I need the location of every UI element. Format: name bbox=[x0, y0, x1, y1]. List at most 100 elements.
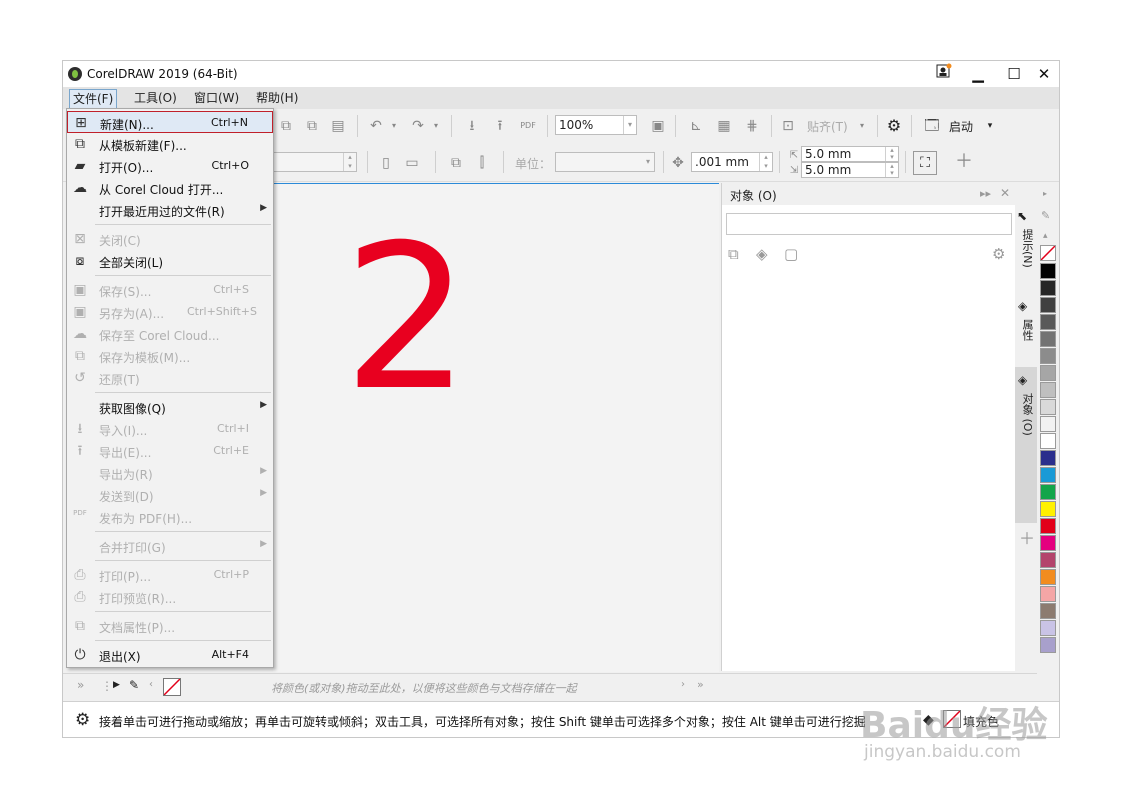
eyedropper-icon[interactable]: ✎ bbox=[1041, 209, 1050, 222]
eyedropper-icon[interactable]: ✎ bbox=[129, 678, 139, 692]
menu-item-publish-pdf[interactable]: PDF 发布为 PDF(H)... bbox=[67, 506, 273, 528]
undo-icon[interactable]: ↶ bbox=[367, 117, 385, 135]
minimize-button[interactable]: ▁ bbox=[965, 63, 991, 85]
chevron-down-icon[interactable]: ▾ bbox=[385, 117, 403, 135]
color-swatch[interactable] bbox=[1040, 331, 1056, 347]
portrait-icon[interactable]: ▯ bbox=[377, 154, 395, 172]
play-icon[interactable]: ▶ bbox=[113, 680, 120, 690]
menu-item-revert[interactable]: ↺ 还原(T) bbox=[67, 367, 273, 389]
menu-item-save-as[interactable]: ▣ 另存为(A)... Ctrl+Shift+S bbox=[67, 301, 273, 323]
docker-close-icon[interactable]: ✕ bbox=[1000, 186, 1010, 200]
account-icon[interactable] bbox=[931, 63, 957, 85]
spin-arrows[interactable]: ▴ ▾ bbox=[885, 163, 898, 177]
menu-item-merge-print[interactable]: 合并打印(G) ▶ bbox=[67, 535, 273, 557]
scroll-up-icon[interactable]: ▴ bbox=[1043, 231, 1048, 241]
docker-expand-icon[interactable]: ▸▸ bbox=[980, 187, 991, 200]
chevron-down-icon[interactable]: ▾ bbox=[623, 116, 636, 134]
page-frame-icon[interactable]: ⛶ bbox=[913, 151, 937, 175]
menu-item-import[interactable]: ⭳ 导入(I)... Ctrl+I bbox=[67, 418, 273, 440]
docker-search-input[interactable] bbox=[726, 213, 1012, 235]
color-swatch[interactable] bbox=[1040, 297, 1056, 313]
scroll-right-icon[interactable]: › bbox=[681, 679, 685, 690]
menu-item-open-cloud[interactable]: ☁ 从 Corel Cloud 打开... bbox=[67, 177, 273, 199]
spin-arrows[interactable]: ▴ ▾ bbox=[885, 147, 898, 161]
duplicate-distance-x-input[interactable]: 5.0 mm ▴ ▾ bbox=[801, 146, 899, 162]
current-page-icon[interactable]: ⫿ bbox=[473, 154, 491, 172]
menu-file[interactable]: 文件(F) bbox=[69, 89, 118, 109]
menu-item-new-from-template[interactable]: ⧉ 从模板新建(F)... bbox=[67, 133, 273, 155]
color-swatch[interactable] bbox=[1040, 637, 1056, 653]
export-icon[interactable]: ⭱ bbox=[491, 117, 509, 135]
menu-item-close[interactable]: ⊠ 关闭(C) bbox=[67, 228, 273, 250]
color-swatch[interactable] bbox=[1040, 263, 1056, 279]
nudge-distance-input[interactable]: .001 mm ▴ ▾ bbox=[691, 152, 773, 172]
page-size-select[interactable]: ▴ ▾ bbox=[273, 152, 357, 172]
pdf-icon[interactable]: PDF bbox=[519, 117, 537, 135]
grid-icon[interactable]: ▦ bbox=[715, 117, 733, 135]
copy-icon[interactable]: ⧉ bbox=[277, 117, 295, 135]
add-icon[interactable]: ＋ bbox=[1019, 525, 1035, 549]
paste-icon[interactable]: ▤ bbox=[329, 117, 347, 135]
color-swatch[interactable] bbox=[1040, 416, 1056, 432]
menu-item-save-template[interactable]: ⧉ 保存为模板(M)... bbox=[67, 345, 273, 367]
menu-item-save[interactable]: ▣ 保存(S)... Ctrl+S bbox=[67, 279, 273, 301]
menu-tools[interactable]: 工具(O) bbox=[131, 89, 180, 107]
import-icon[interactable]: ⭳ bbox=[463, 117, 481, 135]
menu-item-acquire-image[interactable]: 获取图像(Q) ▶ bbox=[67, 396, 273, 418]
layers-icon[interactable]: ◈ bbox=[756, 245, 768, 263]
gear-icon[interactable]: ⚙ bbox=[885, 117, 903, 135]
color-swatch[interactable] bbox=[1040, 501, 1056, 517]
scroll-up-icon[interactable]: ▸ bbox=[1043, 189, 1047, 198]
menu-item-new[interactable]: ⊞ 新建(N)... Ctrl+N bbox=[67, 111, 273, 133]
tab-hints[interactable]: 提示(N) bbox=[1017, 229, 1035, 268]
color-swatch[interactable] bbox=[1040, 603, 1056, 619]
gear-icon[interactable]: ⚙ bbox=[75, 710, 90, 730]
menu-item-close-all[interactable]: ⧇ 全部关闭(L) bbox=[67, 250, 273, 272]
no-color-swatch[interactable] bbox=[1040, 245, 1056, 261]
color-swatch[interactable] bbox=[1040, 484, 1056, 500]
menu-item-send-to[interactable]: 发送到(D) ▶ bbox=[67, 484, 273, 506]
scroll-left-icon[interactable]: ‹ bbox=[149, 679, 153, 690]
maximize-button[interactable]: ☐ bbox=[1001, 63, 1027, 85]
expand-icon[interactable]: » bbox=[697, 678, 704, 691]
color-swatch[interactable] bbox=[1040, 569, 1056, 585]
new-page-icon[interactable]: ▢ bbox=[784, 245, 798, 263]
snap-icon[interactable]: ⊡ bbox=[779, 117, 797, 135]
add-icon[interactable]: ＋ bbox=[955, 153, 973, 171]
menu-item-exit[interactable]: ⏻ 退出(X) Alt+F4 bbox=[67, 644, 273, 666]
all-pages-icon[interactable]: ⧉ bbox=[447, 154, 465, 172]
menu-help[interactable]: 帮助(H) bbox=[253, 89, 301, 107]
menu-item-open[interactable]: ▰ 打开(O)... Ctrl+O bbox=[67, 155, 273, 177]
color-swatch[interactable] bbox=[1040, 382, 1056, 398]
menu-item-document-properties[interactable]: ⧉ 文档属性(P)... bbox=[67, 615, 273, 637]
gear-icon[interactable]: ⚙ bbox=[992, 245, 1005, 263]
snap-to-label[interactable]: 贴齐(T) bbox=[807, 118, 848, 135]
color-swatch[interactable] bbox=[1040, 280, 1056, 296]
no-color-swatch[interactable] bbox=[163, 678, 181, 696]
full-screen-icon[interactable]: ▣ bbox=[649, 117, 667, 135]
guidelines-icon[interactable]: ⋕ bbox=[743, 117, 761, 135]
menu-item-open-recent[interactable]: 打开最近用过的文件(R) ▶ bbox=[67, 199, 273, 221]
color-swatch[interactable] bbox=[1040, 552, 1056, 568]
landscape-icon[interactable]: ▭ bbox=[403, 154, 421, 172]
menu-item-print-preview[interactable]: ⎙ 打印预览(R)... bbox=[67, 586, 273, 608]
menu-item-export[interactable]: ⭱ 导出(E)... Ctrl+E bbox=[67, 440, 273, 462]
close-button[interactable]: ✕ bbox=[1031, 63, 1057, 85]
color-swatch[interactable] bbox=[1040, 586, 1056, 602]
spin-arrows[interactable]: ▴ ▾ bbox=[759, 153, 772, 171]
color-swatch[interactable] bbox=[1040, 620, 1056, 636]
color-swatch[interactable] bbox=[1040, 365, 1056, 381]
menu-item-save-cloud[interactable]: ☁ 保存至 Corel Cloud... bbox=[67, 323, 273, 345]
drawing-canvas[interactable] bbox=[273, 183, 719, 672]
tab-objects-active[interactable] bbox=[1015, 367, 1037, 523]
units-select[interactable]: ▾ bbox=[555, 152, 655, 172]
zoom-level-input[interactable]: 100% ▾ bbox=[555, 115, 637, 135]
tab-properties[interactable]: 属性 bbox=[1017, 319, 1035, 341]
tab-objects[interactable]: 对象 (O) bbox=[1017, 393, 1035, 436]
copy-icon[interactable]: ⧉ bbox=[303, 117, 321, 135]
expand-icon[interactable]: » bbox=[77, 678, 84, 692]
menu-window[interactable]: 窗口(W) bbox=[191, 89, 242, 107]
chevron-down-icon[interactable]: ▾ bbox=[981, 117, 999, 135]
color-swatch[interactable] bbox=[1040, 433, 1056, 449]
chevron-down-icon[interactable]: ▾ bbox=[853, 117, 871, 135]
